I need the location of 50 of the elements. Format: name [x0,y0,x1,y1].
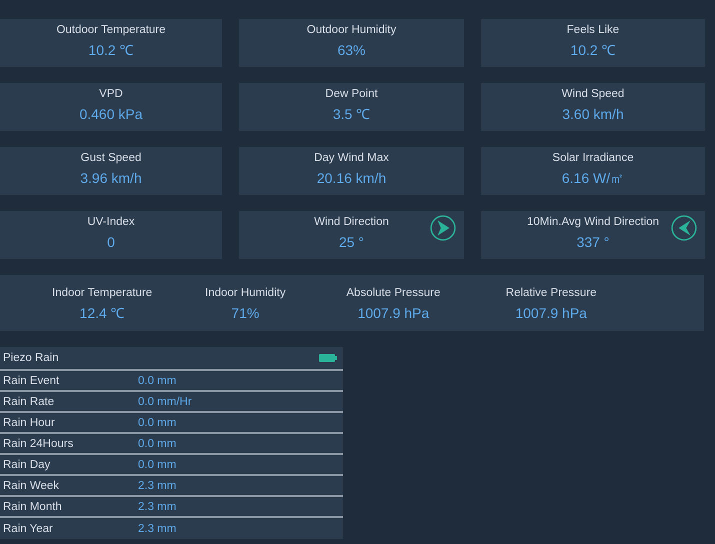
metric-label: Gust Speed [80,151,142,166]
rain-value: 2.3 mm [138,500,176,512]
metric-value: 12.4 ℃ [80,304,125,323]
metric-value: 0.460 kPa [79,105,143,124]
metric-label: Relative Pressure [506,286,597,301]
rain-value: 0.0 mm [138,374,176,386]
rain-value: 2.3 mm [138,522,176,534]
rain-value: 0.0 mm [138,416,176,428]
metric-label: Indoor Temperature [52,286,152,301]
metric-value: 3.5 ℃ [332,105,370,124]
metric-value: 1007.9 hPa [358,304,430,323]
rain-value: 0.0 mm/Hr [138,396,192,408]
metric-value: 10.2 ℃ [88,41,134,60]
metric-label: Feels Like [566,23,620,38]
metric-label: Indoor Humidity [205,286,286,301]
metric-value: 0 [107,233,115,252]
rain-label: Rain Event [3,374,60,386]
rain-label: Rain Day [3,458,52,470]
metric-value: 1007.9 hPa [515,304,587,323]
metric-value: 337 ° [576,233,610,252]
metric-value: 25 ° [338,233,364,252]
metric-label: Wind Speed [562,87,624,102]
metric-label: Day Wind Max [314,151,389,166]
rain-value: 0.0 mm [138,458,176,470]
metric-label: VPD [99,87,123,102]
rain-value: 2.3 mm [138,480,176,492]
metric-label: Solar Irradiance [552,151,634,166]
metric-value: 20.16 km/h [316,169,386,188]
metric-label: Outdoor Temperature [56,23,166,38]
metric-value: 71% [231,304,260,323]
metric-label: Dew Point [325,87,378,102]
rain-title: Piezo Rain [3,352,59,364]
rain-label: Rain Rate [3,396,56,408]
metric-value: 63% [337,41,366,60]
rain-label: Rain 24Hours [3,438,74,450]
rain-label: Rain Hour [3,416,56,428]
battery-icon [319,353,337,363]
metric-value: 10.2 ℃ [570,41,616,60]
rain-value: 0.0 mm [138,438,176,450]
metric-value: 6.16 W/㎡ [562,169,624,188]
metric-label: Outdoor Humidity [306,23,396,38]
rain-label: Rain Year [3,522,54,534]
metric-label: 10Min.Avg Wind Direction [526,215,660,230]
metric-value: 3.60 km/h [562,105,624,124]
metric-label: Wind Direction [314,215,389,230]
rain-label: Rain Month [3,500,63,512]
metric-label: UV-Index [87,215,135,230]
rain-label: Rain Week [3,480,60,492]
metric-value: 3.96 km/h [80,169,142,188]
metric-label: Absolute Pressure [346,286,440,301]
